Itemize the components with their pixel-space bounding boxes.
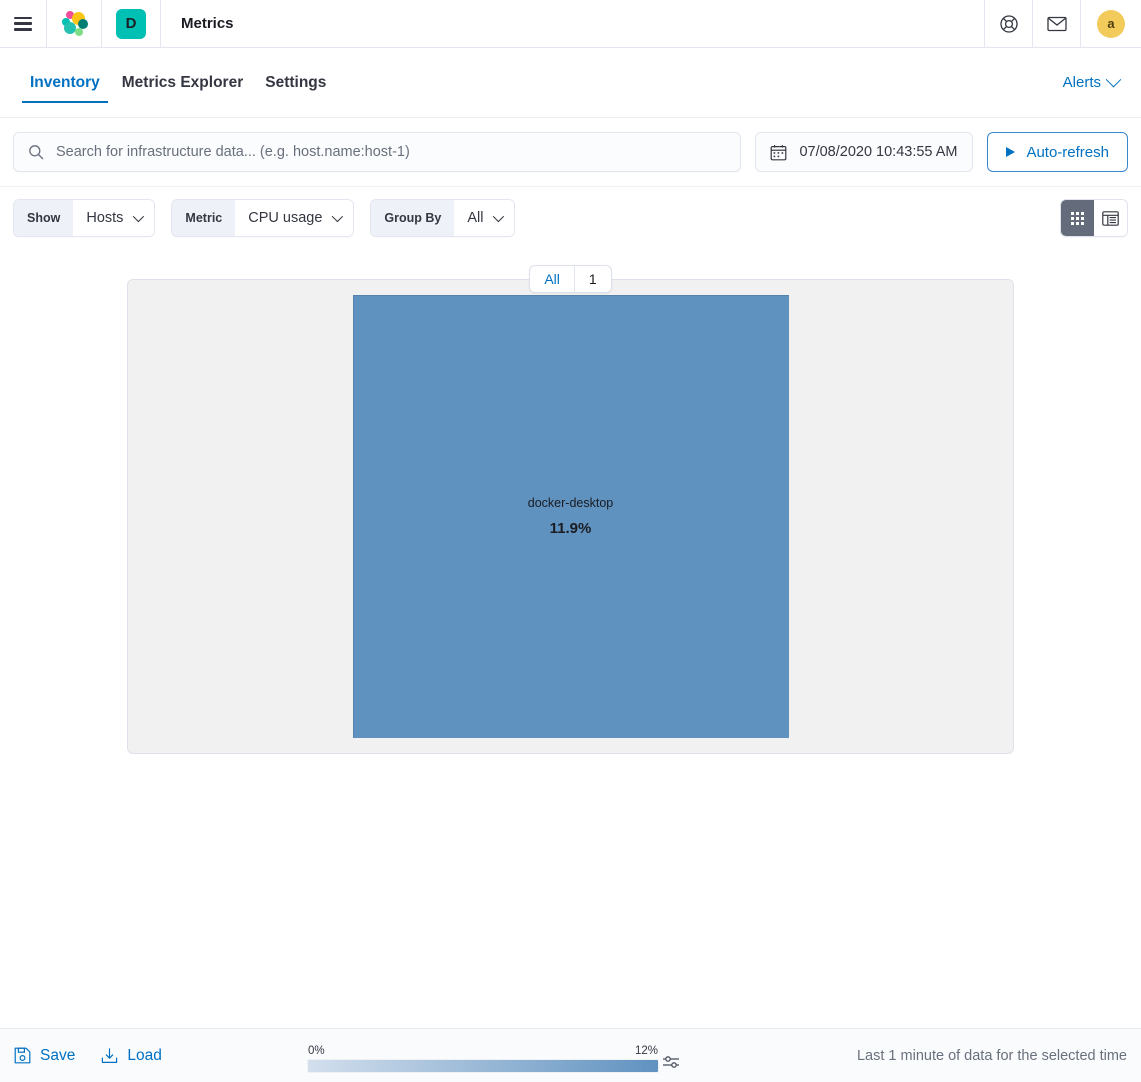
elastic-logo-icon [61, 10, 88, 37]
inventory-main: All 1 docker-desktop 11.9% [0, 265, 1141, 754]
group-toggle-1[interactable]: 1 [573, 266, 611, 292]
show-filter: Show Hosts [13, 199, 156, 237]
show-filter-select[interactable]: Hosts [73, 200, 155, 236]
legend-min-label: 0% [308, 1045, 325, 1057]
table-view-button[interactable] [1094, 200, 1127, 236]
avatar: a [1097, 9, 1125, 38]
legend-max-label: 12% [634, 1045, 658, 1057]
save-button[interactable]: Save [14, 1047, 75, 1065]
chevron-down-icon [133, 210, 145, 223]
search-row: Search for infrastructure data... (e.g. … [0, 118, 1141, 187]
header-spacer [254, 0, 985, 47]
space-badge: D [116, 8, 146, 39]
group-by-filter-select[interactable]: All [454, 200, 515, 236]
view-toggle [1060, 199, 1128, 237]
treemap-panel: docker-desktop 11.9% [127, 279, 1014, 754]
tab-settings[interactable]: Settings [257, 48, 334, 117]
legend-settings-button[interactable] [662, 1054, 680, 1070]
hamburger-menu-button[interactable] [0, 0, 47, 47]
status-text: Last 1 minute of data for the selected t… [856, 1047, 1127, 1064]
help-button[interactable] [985, 0, 1033, 47]
treemap-node-value: 11.9% [549, 520, 592, 537]
auto-refresh-button[interactable]: Auto-refresh [987, 132, 1128, 172]
user-avatar-button[interactable]: a [1081, 0, 1141, 47]
help-lifebuoy-icon [999, 14, 1018, 33]
group-by-filter-value: All [467, 210, 484, 226]
calendar-icon [771, 144, 787, 160]
search-input[interactable]: Search for infrastructure data... (e.g. … [13, 132, 742, 172]
chevron-down-icon [1105, 71, 1122, 88]
filter-row: Show Hosts Metric CPU usage Group By All [0, 187, 1141, 249]
alerts-menu-button[interactable]: Alerts [1062, 71, 1122, 91]
load-button[interactable]: Load [101, 1046, 162, 1065]
legend-ticks: 0% 12% [308, 1045, 658, 1057]
tab-inventory[interactable]: Inventory [22, 48, 108, 117]
search-icon [29, 145, 44, 160]
show-filter-value: Hosts [86, 210, 124, 226]
metric-filter-label: Metric [172, 200, 236, 236]
chevron-down-icon [493, 210, 505, 223]
metric-filter-value: CPU usage [248, 210, 323, 226]
app-header: D Metrics a [0, 0, 1141, 48]
search-placeholder: Search for infrastructure data... (e.g. … [56, 144, 410, 160]
mail-button[interactable] [1033, 0, 1081, 47]
tab-metrics-explorer[interactable]: Metrics Explorer [114, 48, 251, 117]
group-by-filter-label: Group By [371, 200, 455, 236]
mail-icon [1046, 16, 1067, 31]
play-icon [1006, 147, 1016, 157]
group-toggle-wrap: All 1 [13, 265, 1128, 293]
date-picker[interactable]: 07/08/2020 10:43:55 AM [755, 132, 974, 172]
alerts-menu-label: Alerts [1062, 74, 1101, 91]
save-label: Save [40, 1046, 76, 1064]
page-title: Metrics [181, 15, 234, 32]
color-legend: 0% 12% [308, 1045, 658, 1072]
tabs-bar: Inventory Metrics Explorer Settings Aler… [0, 48, 1141, 118]
group-toggle: All 1 [529, 265, 612, 293]
load-import-icon [102, 1048, 118, 1063]
table-icon [1102, 210, 1119, 226]
map-view-button[interactable] [1061, 200, 1094, 236]
treemap-node-label: docker-desktop [527, 496, 614, 510]
show-filter-label: Show [14, 200, 74, 236]
space-selector-button[interactable]: D [102, 0, 161, 47]
elastic-logo-button[interactable] [47, 0, 102, 47]
legend-gradient-bar [308, 1060, 658, 1072]
auto-refresh-label: Auto-refresh [1026, 143, 1109, 161]
treemap-node-docker-desktop[interactable]: docker-desktop 11.9% [352, 295, 789, 738]
sliders-icon [663, 1056, 679, 1068]
group-by-filter: Group By All [370, 199, 516, 237]
chevron-down-icon [332, 210, 344, 223]
group-toggle-all[interactable]: All [530, 266, 574, 292]
save-disk-icon [14, 1047, 31, 1064]
load-label: Load [127, 1046, 162, 1064]
hamburger-menu-icon [14, 16, 32, 31]
metric-filter: Metric CPU usage [171, 199, 355, 237]
metric-filter-select[interactable]: CPU usage [235, 200, 354, 236]
grid-icon [1071, 211, 1084, 225]
bottom-bar: Save Load 0% 12% Last 1 minute of data f… [0, 1028, 1141, 1082]
tab-list: Inventory Metrics Explorer Settings [22, 48, 334, 117]
date-picker-value: 07/08/2020 10:43:55 AM [799, 144, 958, 160]
